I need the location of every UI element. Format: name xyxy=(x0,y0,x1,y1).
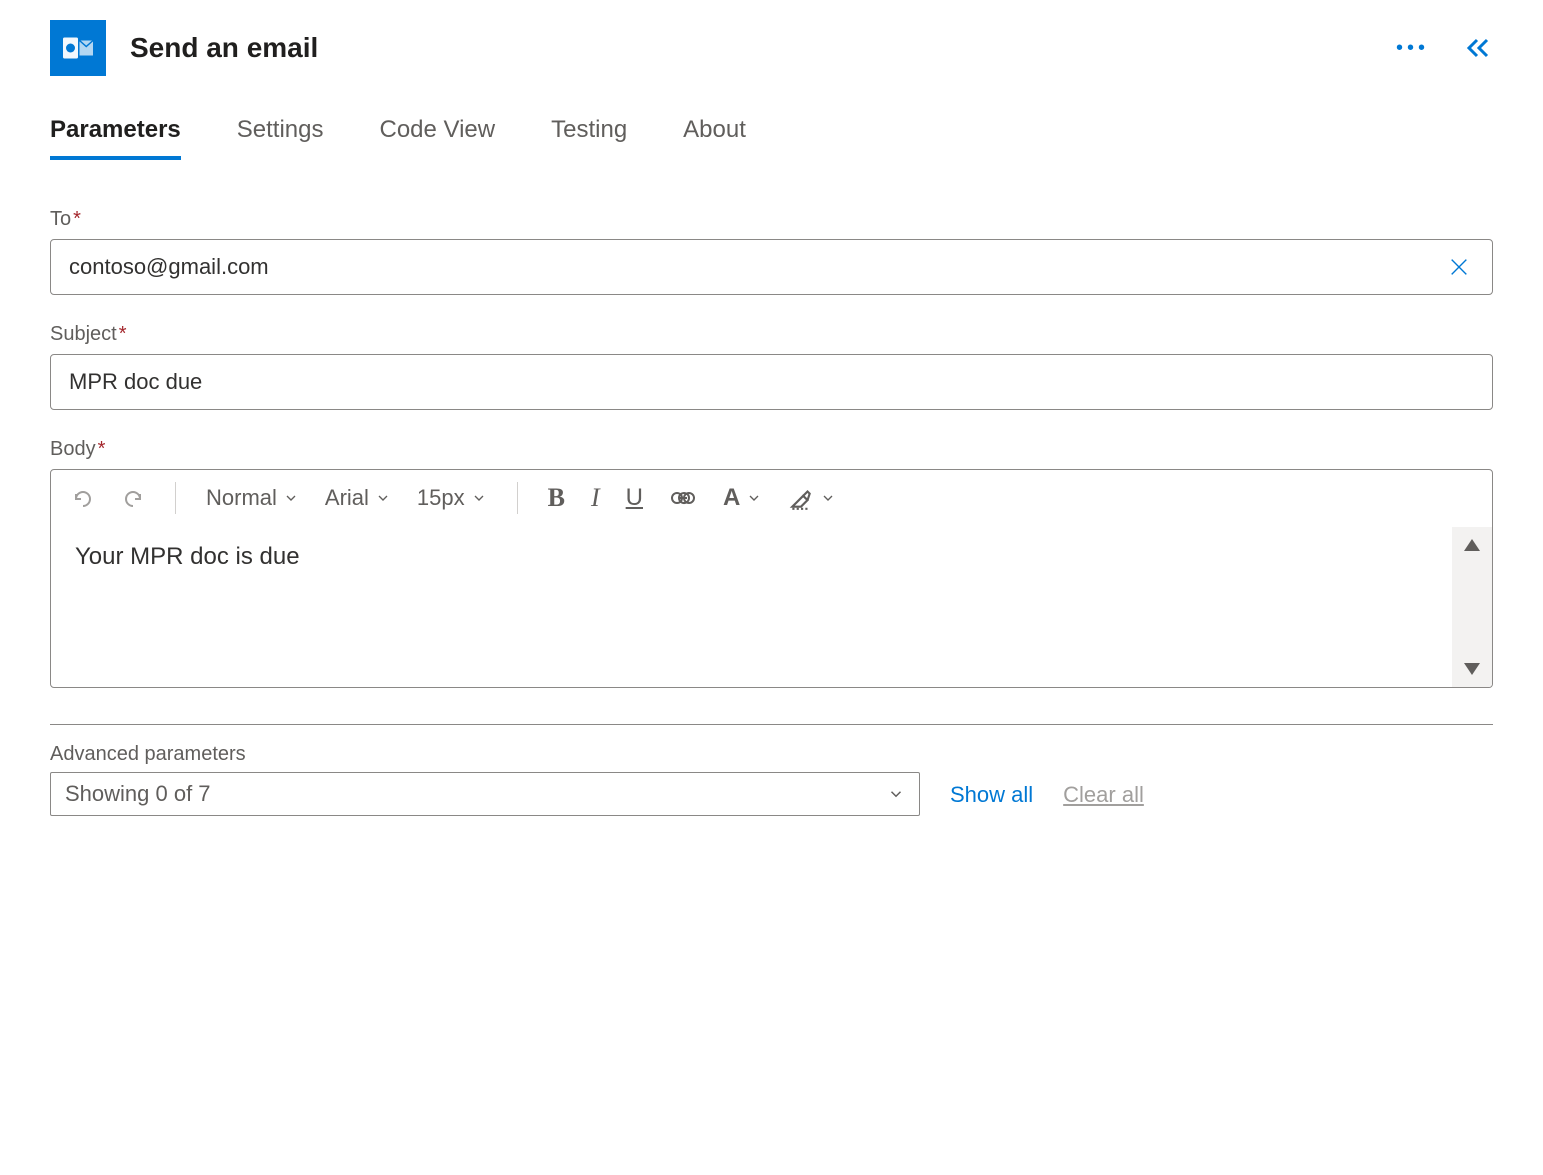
header-left: Send an email xyxy=(50,20,318,76)
format-dropdown[interactable]: Normal xyxy=(206,485,299,511)
font-dropdown[interactable]: Arial xyxy=(325,485,391,511)
clear-all-link[interactable]: Clear all xyxy=(1063,782,1144,816)
required-marker: * xyxy=(73,208,81,230)
subject-label: Subject* xyxy=(50,323,1493,346)
body-textarea[interactable]: Your MPR doc is due xyxy=(51,527,1452,687)
rich-text-editor: Normal Arial 15px B I U xyxy=(50,469,1493,688)
scroll-up-button[interactable] xyxy=(1464,539,1480,551)
to-label: To* xyxy=(50,208,1493,231)
link-button[interactable] xyxy=(669,488,697,508)
font-value: Arial xyxy=(325,485,369,511)
header-right: ••• xyxy=(1396,36,1493,60)
highlight-color-button[interactable] xyxy=(788,485,836,511)
advanced-selected-text: Showing 0 of 7 xyxy=(65,781,211,807)
subject-label-text: Subject xyxy=(50,323,117,345)
font-color-button[interactable]: A xyxy=(723,484,762,512)
body-label-text: Body xyxy=(50,438,96,460)
editor-scrollbar xyxy=(1452,527,1492,687)
tab-settings[interactable]: Settings xyxy=(237,116,324,160)
required-marker: * xyxy=(98,438,106,460)
redo-button[interactable] xyxy=(121,486,145,510)
show-all-link[interactable]: Show all xyxy=(950,782,1033,816)
clear-to-button[interactable] xyxy=(1444,256,1474,278)
tab-parameters[interactable]: Parameters xyxy=(50,116,181,160)
toolbar-divider xyxy=(517,482,518,514)
advanced-select-wrap: Advanced parameters Showing 0 of 7 xyxy=(50,743,920,816)
subject-input-container xyxy=(50,354,1493,410)
card-title: Send an email xyxy=(130,32,318,64)
undo-button[interactable] xyxy=(71,486,95,510)
required-marker: * xyxy=(119,323,127,345)
to-input-container xyxy=(50,239,1493,295)
card-header: Send an email ••• xyxy=(50,20,1493,76)
editor-toolbar: Normal Arial 15px B I U xyxy=(51,470,1492,527)
advanced-parameters-dropdown[interactable]: Showing 0 of 7 xyxy=(50,772,920,816)
to-label-text: To xyxy=(50,208,71,230)
advanced-label: Advanced parameters xyxy=(50,743,920,766)
tabs-container: Parameters Settings Code View Testing Ab… xyxy=(50,116,1493,160)
subject-field-wrap: Subject* xyxy=(50,323,1493,410)
subject-input[interactable] xyxy=(69,369,1474,395)
to-input[interactable] xyxy=(69,254,1444,280)
body-field-wrap: Body* Normal Arial xyxy=(50,438,1493,688)
italic-button[interactable]: I xyxy=(591,483,600,513)
scroll-down-button[interactable] xyxy=(1464,663,1480,675)
body-label: Body* xyxy=(50,438,1493,461)
tab-testing[interactable]: Testing xyxy=(551,116,627,160)
tab-code-view[interactable]: Code View xyxy=(379,116,495,160)
underline-button[interactable]: U xyxy=(626,484,643,512)
toolbar-divider xyxy=(175,482,176,514)
collapse-panel-button[interactable] xyxy=(1465,36,1493,60)
tab-about[interactable]: About xyxy=(683,116,746,160)
bold-button[interactable]: B xyxy=(548,483,565,513)
font-size-value: 15px xyxy=(417,485,465,511)
outlook-icon xyxy=(50,20,106,76)
section-divider xyxy=(50,724,1493,725)
more-menu-button[interactable]: ••• xyxy=(1396,37,1429,60)
to-field-wrap: To* xyxy=(50,208,1493,295)
editor-area: Your MPR doc is due xyxy=(51,527,1492,687)
format-value: Normal xyxy=(206,485,277,511)
font-size-dropdown[interactable]: 15px xyxy=(417,485,487,511)
advanced-parameters-row: Advanced parameters Showing 0 of 7 Show … xyxy=(50,743,1493,816)
